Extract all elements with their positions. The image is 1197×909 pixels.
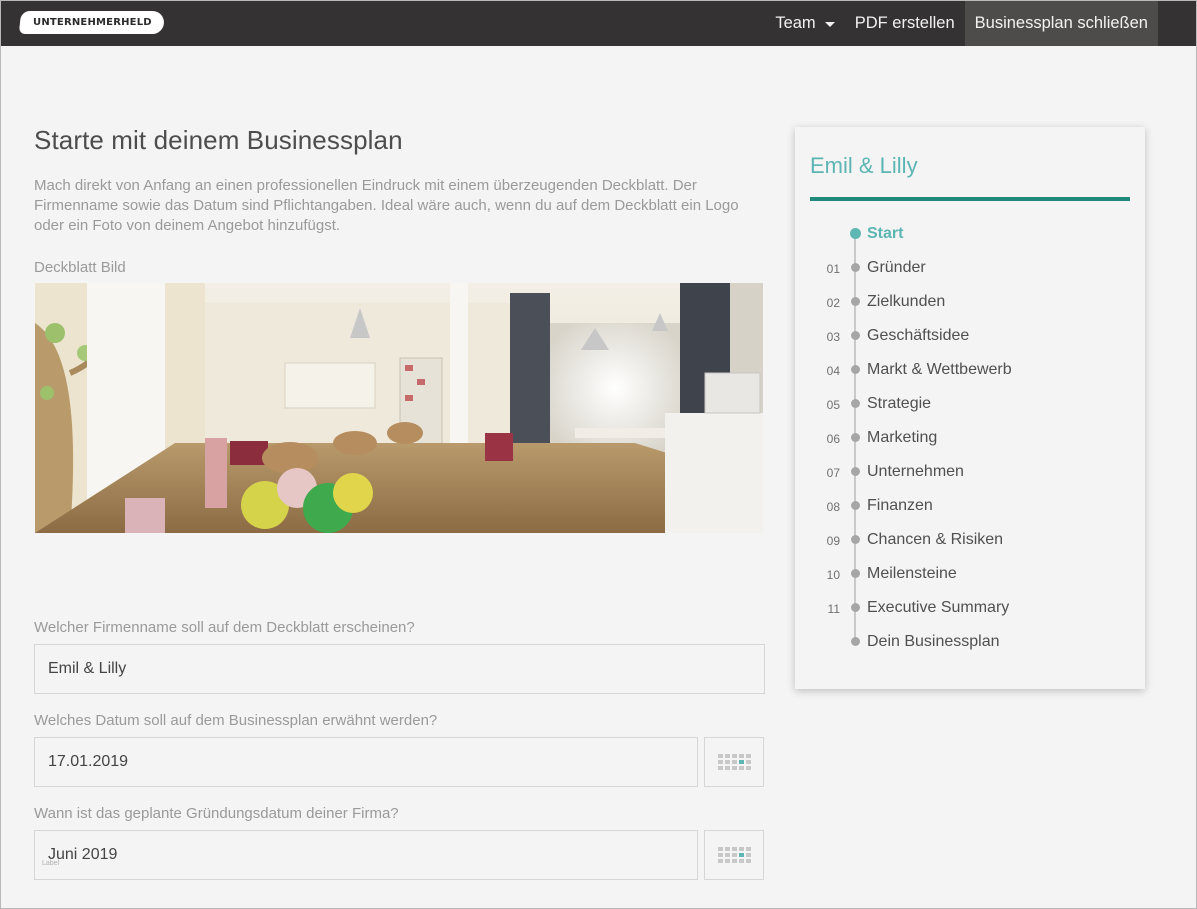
app-window: UNTERNEHMERHELD Team PDF erstellen Busin… xyxy=(0,0,1197,909)
chapter-number: 08 xyxy=(826,500,840,514)
project-title: Emil & Lilly xyxy=(810,153,918,178)
active-step-dot-icon xyxy=(850,228,861,239)
chapter-label: Finanzen xyxy=(867,497,933,514)
chapter-label: Gründer xyxy=(867,259,926,276)
chapter-label: Start xyxy=(867,225,904,242)
salon-photo-illustration xyxy=(35,283,763,533)
step-dot-icon xyxy=(851,297,860,306)
step-dot-icon xyxy=(851,603,860,612)
chapter-item[interactable]: 04 Markt & Wettbewerb xyxy=(795,353,1145,387)
step-dot-icon xyxy=(851,501,860,510)
chapter-number: 06 xyxy=(826,432,840,446)
chapter-label: Meilensteine xyxy=(867,565,957,582)
top-nav: Team PDF erstellen Businessplan schließe… xyxy=(765,1,1158,46)
chapter-item[interactable]: 10 Meilensteine xyxy=(795,557,1145,591)
chapter-label: Executive Summary xyxy=(867,599,1010,616)
pdf-erstellen-link[interactable]: PDF erstellen xyxy=(845,1,965,46)
team-menu[interactable]: Team xyxy=(765,1,844,46)
progress-card: Emil & Lilly Start 01 Gründer 02 Zielkunden 0… xyxy=(795,127,1145,689)
businessplan-schliessen-button[interactable]: Businessplan schließen xyxy=(964,1,1158,46)
caret-down-icon xyxy=(824,22,835,27)
chapter-item[interactable]: 11 Executive Summary xyxy=(795,591,1145,625)
chapter-item[interactable]: 08 Finanzen xyxy=(795,489,1145,523)
calendar-icon xyxy=(717,754,751,770)
step-dot-icon xyxy=(851,263,860,272)
step-dot-icon xyxy=(851,467,860,476)
chapter-item[interactable]: 03 Geschäftsidee xyxy=(795,319,1145,353)
chapter-label: Marketing xyxy=(867,429,938,446)
step-dot-icon xyxy=(851,365,860,374)
cover-image[interactable] xyxy=(35,283,763,533)
step-dot-icon xyxy=(851,399,860,408)
founding-date-tiny-label: Label xyxy=(42,860,60,867)
logo-text: UNTERNEHMERHELD xyxy=(32,17,152,28)
chapter-label: Geschäftsidee xyxy=(867,327,970,344)
chapter-number: 09 xyxy=(826,534,840,548)
businessplan-schliessen-label: Businessplan schließen xyxy=(974,14,1148,32)
step-dot-icon xyxy=(851,637,860,646)
top-navigation-bar: UNTERNEHMERHELD Team PDF erstellen Busin… xyxy=(1,1,1196,46)
company-name-question: Welcher Firmenname soll auf dem Deckblat… xyxy=(34,619,415,636)
chapter-label: Unternehmen xyxy=(867,463,964,480)
progress-bar xyxy=(810,197,1130,201)
plan-date-input[interactable]: 17.01.2019 xyxy=(34,737,698,787)
founding-date-question: Wann ist das geplante Gründungsdatum dei… xyxy=(34,805,399,822)
chapter-number: 11 xyxy=(827,602,840,616)
founding-date-input[interactable]: Juni 2019 xyxy=(34,830,698,880)
plan-date-calendar-button[interactable] xyxy=(704,737,764,787)
chapter-number: 07 xyxy=(826,466,840,480)
chapter-label: Strategie xyxy=(867,395,932,412)
chapter-number: 04 xyxy=(826,364,840,378)
intro-text: Mach direkt von Anfang an einen professi… xyxy=(34,177,739,234)
chapter-item[interactable]: 05 Strategie xyxy=(795,387,1145,421)
chapter-label: Chancen & Risiken xyxy=(867,531,1004,548)
step-dot-icon xyxy=(851,535,860,544)
chapter-number: 01 xyxy=(826,262,840,276)
team-menu-label: Team xyxy=(775,14,816,32)
chapter-label: Markt & Wettbewerb xyxy=(867,361,1012,378)
chapter-label: Zielkunden xyxy=(867,293,946,310)
chapter-item[interactable]: 06 Marketing xyxy=(795,421,1145,455)
chapter-label: Dein Businessplan xyxy=(867,633,1000,650)
chapter-item[interactable]: 02 Zielkunden xyxy=(795,285,1145,319)
step-dot-icon xyxy=(851,433,860,442)
chapter-item[interactable]: 09 Chancen & Risiken xyxy=(795,523,1145,557)
chapter-item[interactable]: Start xyxy=(795,217,1145,251)
chapter-item[interactable]: Dein Businessplan xyxy=(795,625,1145,659)
cover-image-label: Deckblatt Bild xyxy=(34,259,126,276)
chapter-number: 05 xyxy=(826,398,840,412)
calendar-icon xyxy=(717,847,751,863)
chapter-number: 03 xyxy=(826,330,840,344)
chapter-item[interactable]: 01 Gründer xyxy=(795,251,1145,285)
pdf-erstellen-label: PDF erstellen xyxy=(854,14,955,32)
step-dot-icon xyxy=(851,569,860,578)
chapter-item[interactable]: 07 Unternehmen xyxy=(795,455,1145,489)
unternehmerheld-logo[interactable]: UNTERNEHMERHELD xyxy=(18,11,166,34)
founding-date-calendar-button[interactable] xyxy=(704,830,764,880)
chapter-number: 10 xyxy=(826,568,840,582)
company-name-input[interactable]: Emil & Lilly xyxy=(34,644,765,694)
page-title: Starte mit deinem Businessplan xyxy=(34,125,403,155)
chapter-number: 02 xyxy=(826,296,840,310)
plan-date-question: Welches Datum soll auf dem Businessplan … xyxy=(34,712,438,729)
step-dot-icon xyxy=(851,331,860,340)
